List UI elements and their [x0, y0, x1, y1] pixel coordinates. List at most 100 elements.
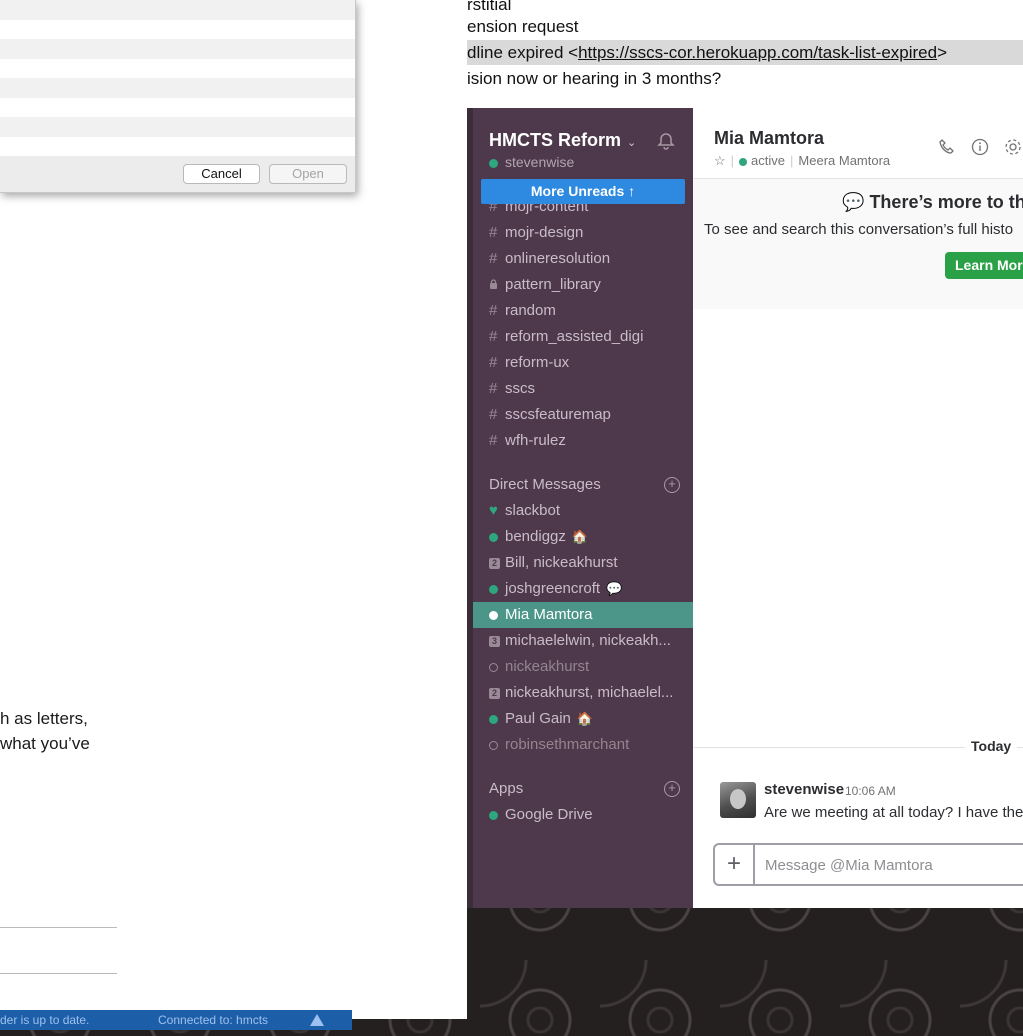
warning-icon[interactable] [310, 1014, 324, 1026]
add-attachment-button[interactable]: + [715, 845, 755, 884]
bell-icon[interactable] [657, 132, 675, 150]
list-item[interactable] [0, 58, 355, 78]
sidebar: HMCTS Reform ⌄ stevenwise More Unreads ↑ … [473, 108, 693, 908]
dm-name: robinsethmarchant [505, 736, 630, 753]
sidebar-item-joshgreencroft[interactable]: joshgreencroft 💬 [473, 576, 693, 602]
info-icon[interactable] [970, 138, 990, 158]
avatar[interactable] [720, 782, 756, 818]
banner-edge [693, 303, 1023, 311]
sidebar-item-michaelelwin-nickeakhurst[interactable]: 3 michaelelwin, nickeakh... [473, 628, 693, 654]
cancel-button[interactable]: Cancel [183, 164, 260, 184]
document-line: ension request [467, 17, 579, 36]
hash-icon: # [489, 224, 498, 241]
more-unreads-button[interactable]: More Unreads ↑ [481, 179, 685, 204]
team-menu[interactable]: HMCTS Reform ⌄ [489, 130, 636, 151]
message-author[interactable]: stevenwise [764, 781, 844, 798]
group-count-badge: 2 [489, 687, 500, 699]
add-app-icon[interactable]: + [664, 781, 680, 797]
group-count-badge: 3 [489, 635, 500, 647]
sidebar-item-reform-assisted-digi[interactable]: # reform_assisted_digi [473, 324, 693, 350]
presence-label: active [751, 153, 786, 168]
message-composer: + [713, 843, 1023, 886]
dm-name: nickeakhurst [505, 658, 590, 675]
document-line: what you’ve [0, 734, 90, 753]
list-item[interactable] [0, 97, 355, 117]
list-item[interactable] [0, 19, 355, 39]
add-dm-icon[interactable]: + [664, 477, 680, 493]
sidebar-item-nickeakhurst[interactable]: nickeakhurst [473, 654, 693, 680]
conversation-pane: Mia Mamtora ☆ | active | Meera Mamtora 💬 The… [693, 108, 1023, 908]
channel-name: sscs [505, 380, 535, 397]
chevron-down-icon: ⌄ [627, 137, 637, 149]
message-timestamp[interactable]: 10:06 AM [845, 784, 896, 798]
sidebar-item-mojr-design[interactable]: # mojr-design [473, 220, 693, 246]
sidebar-item-google-drive[interactable]: Google Drive [473, 802, 693, 828]
hash-icon: # [489, 432, 498, 449]
sidebar-item-sscs[interactable]: # sscs [473, 376, 693, 402]
banner-title: 💬 There’s more to this [842, 192, 1023, 213]
dm-name: michaelelwin, nickeakh... [505, 632, 671, 649]
document-line: h as letters, [0, 709, 88, 728]
banner-subtitle: To see and search this conversation’s fu… [704, 221, 1014, 238]
background-document: rstitial ension request dline expired <h… [467, 0, 1023, 108]
sidebar-item-bill-nickeakhurst[interactable]: 2 Bill, nickeakhurst [473, 550, 693, 576]
dm-name: nickeakhurst, michaelel... [505, 684, 674, 701]
gear-icon[interactable] [1003, 138, 1023, 158]
direct-messages-header[interactable]: Direct Messages [489, 476, 601, 493]
presence-icon [489, 610, 498, 620]
open-button[interactable]: Open [269, 164, 347, 184]
sidebar-item-sscsfeaturemap[interactable]: # sscsfeaturemap [473, 402, 693, 428]
sidebar-item-random[interactable]: # random [473, 298, 693, 324]
channel-title[interactable]: Mia Mamtora [714, 128, 824, 149]
star-icon[interactable]: ☆ [714, 153, 726, 168]
file-list[interactable] [0, 0, 355, 156]
banner-title-text: There’s more to this [869, 192, 1023, 212]
presence-icon [489, 158, 498, 168]
line-text: > [937, 43, 948, 62]
divider [0, 973, 117, 974]
sidebar-item-slackbot[interactable]: ♥ slackbot [473, 498, 693, 524]
phone-icon[interactable] [937, 138, 957, 158]
presence-icon [489, 584, 498, 594]
channel-name: random [505, 302, 556, 319]
learn-more-button[interactable]: Learn More [945, 252, 1023, 279]
list-item[interactable] [0, 0, 355, 20]
slack-window: HMCTS Reform ⌄ stevenwise More Unreads ↑ … [467, 108, 1023, 908]
sidebar-item-robinsethmarchant[interactable]: robinsethmarchant [473, 732, 693, 758]
sidebar-item-nickeakhurst-michaelelwin[interactable]: 2 nickeakhurst, michaelel... [473, 680, 693, 706]
sidebar-item-bendiggz[interactable]: bendiggz 🏠 [473, 524, 693, 550]
apps-header[interactable]: Apps [489, 780, 523, 797]
list-item[interactable] [0, 39, 355, 59]
list-item[interactable] [0, 117, 355, 137]
sidebar-item-paul-gain[interactable]: Paul Gain 🏠 [473, 706, 693, 732]
heart-icon: ♥ [489, 502, 498, 519]
hash-icon: # [489, 250, 498, 267]
speech-bubble-icon: 💬 [606, 581, 623, 596]
list-item[interactable] [0, 136, 355, 156]
message-input[interactable] [765, 854, 1023, 876]
document-line-highlighted: dline expired <https://sscs-cor.herokuap… [467, 40, 1023, 65]
hash-icon: # [489, 354, 498, 371]
current-user-name: stevenwise [505, 154, 575, 170]
lock-icon [489, 272, 505, 298]
current-user[interactable]: stevenwise [489, 154, 574, 170]
full-name: Meera Mamtora [798, 153, 891, 168]
file-open-dialog: Cancel Open [0, 0, 356, 193]
line-text: dline expired < [467, 43, 579, 62]
house-icon: 🏠 [576, 711, 594, 726]
message-text: Are we meeting at all today? I have ther [764, 804, 1023, 821]
sidebar-item-reform-ux[interactable]: # reform-ux [473, 350, 693, 376]
sidebar-item-pattern-library[interactable]: pattern_library [473, 272, 693, 298]
channel-name: reform-ux [505, 354, 570, 371]
sidebar-item-onlineresolution[interactable]: # onlineresolution [473, 246, 693, 272]
channel-name: pattern_library [505, 276, 601, 293]
channel-name: mojr-design [505, 224, 584, 241]
house-icon: 🏠 [571, 529, 589, 544]
status-bar: der is up to date. Connected to: hmcts [0, 1010, 352, 1030]
task-list-link[interactable]: https://sscs-cor.herokuapp.com/task-list… [578, 43, 937, 62]
team-name: HMCTS Reform [489, 130, 622, 150]
sidebar-item-mia-mamtora[interactable]: Mia Mamtora [473, 602, 693, 628]
list-item[interactable] [0, 78, 355, 98]
arrow-up-icon: ↑ [628, 183, 636, 199]
sidebar-item-wfh-rulez[interactable]: # wfh-rulez [473, 428, 693, 454]
